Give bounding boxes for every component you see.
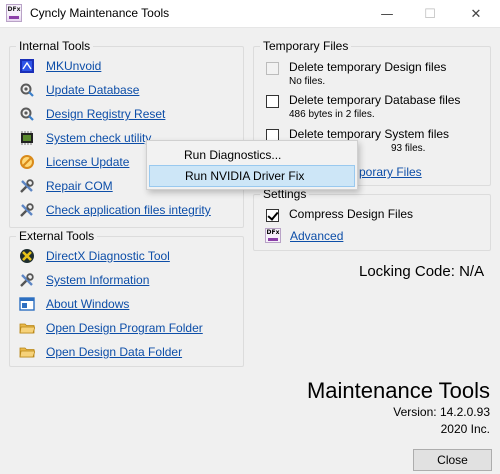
tool-mkunvoid[interactable]: MKUnvoid — [18, 57, 101, 75]
chip-icon — [18, 130, 36, 146]
advanced-link[interactable]: Advanced — [290, 229, 343, 243]
tool-check-app-files[interactable]: Check application files integrity — [18, 201, 211, 219]
gear-search-icon — [18, 106, 36, 122]
tools-icon — [18, 272, 36, 288]
temp-system-files-label[interactable]: Delete temporary System files — [289, 127, 449, 141]
tool-license-update-label[interactable]: License Update — [46, 155, 129, 169]
temp-database-files-label[interactable]: Delete temporary Database files — [289, 93, 460, 107]
maximize-button: ☐ — [424, 6, 436, 22]
temp-design-files-row: Delete temporary Design files No files. — [266, 60, 446, 87]
menu-item-run-nvidia-driver-fix[interactable]: Run NVIDIA Driver Fix — [149, 165, 355, 187]
tool-open-program-folder-label[interactable]: Open Design Program Folder — [46, 321, 203, 335]
temp-design-files-detail: No files. — [289, 76, 326, 87]
tool-license-update[interactable]: License Update — [18, 153, 129, 171]
menu-item-run-diagnostics[interactable]: Run Diagnostics... — [149, 144, 355, 166]
temp-database-files-row[interactable]: Delete temporary Database files 486 byte… — [266, 93, 460, 120]
minimize-button[interactable]: — — [364, 0, 410, 28]
tool-open-data-folder-label[interactable]: Open Design Data Folder — [46, 345, 182, 359]
temporary-files-title: Temporary Files — [260, 39, 352, 53]
temp-design-files-checkbox — [266, 62, 279, 75]
external-tools-title: External Tools — [16, 229, 98, 243]
no-entry-icon — [18, 154, 36, 170]
tools-icon — [18, 178, 36, 194]
window-title: Cyncly Maintenance Tools — [30, 6, 170, 20]
context-menu: Run Diagnostics... Run NVIDIA Driver Fix — [146, 140, 358, 190]
settings-group: Settings Compress Design Files DFx Advan… — [253, 187, 491, 251]
dfx-icon: DFx — [265, 228, 281, 243]
version-text: Version: 14.2.0.93 — [393, 405, 490, 419]
delete-temp-files-link[interactable]: porary Files — [359, 165, 422, 179]
tool-repair-com-label[interactable]: Repair COM — [46, 179, 113, 193]
company-text: 2020 Inc. — [440, 422, 490, 436]
folder-icon — [18, 320, 36, 336]
mkunvoid-icon — [18, 58, 36, 74]
internal-tools-title: Internal Tools — [16, 39, 94, 53]
directx-icon — [18, 248, 36, 264]
compress-design-files-checkbox[interactable] — [266, 209, 279, 222]
tool-design-registry-reset[interactable]: Design Registry Reset — [18, 105, 165, 123]
tool-directx-diag-label[interactable]: DirectX Diagnostic Tool — [46, 249, 170, 263]
tool-system-information[interactable]: System Information — [18, 271, 149, 289]
title-bar: DFx Cyncly Maintenance Tools — ☐ ✕ — [0, 0, 500, 28]
app-icon: DFx — [6, 4, 22, 22]
app-icon-label: DFx — [7, 6, 21, 13]
gear-search-icon — [18, 82, 36, 98]
tool-check-app-files-label[interactable]: Check application files integrity — [46, 203, 211, 217]
close-button[interactable]: Close — [413, 449, 492, 471]
window-icon — [18, 296, 36, 312]
temp-database-files-detail: 486 bytes in 2 files. — [289, 109, 375, 120]
close-window-button[interactable]: ✕ — [453, 0, 499, 28]
tool-system-information-label[interactable]: System Information — [46, 273, 149, 287]
tools-icon — [18, 202, 36, 218]
tool-design-registry-reset-label[interactable]: Design Registry Reset — [46, 107, 165, 121]
internal-tools-group: Internal Tools MKUnvoid Update Database … — [9, 39, 244, 228]
tool-update-database-label[interactable]: Update Database — [46, 83, 139, 97]
locking-code: Locking Code: N/A — [359, 263, 485, 280]
folder-icon — [18, 344, 36, 360]
tool-system-check-utility-label[interactable]: System check utility — [46, 131, 151, 145]
tool-system-check-utility[interactable]: System check utility — [18, 129, 151, 147]
tool-open-program-folder[interactable]: Open Design Program Folder — [18, 319, 203, 337]
temp-design-files-label: Delete temporary Design files — [289, 60, 447, 74]
tool-about-windows-label[interactable]: About Windows — [46, 297, 129, 311]
brand-title: Maintenance Tools — [306, 378, 490, 403]
tool-mkunvoid-label[interactable]: MKUnvoid — [46, 59, 101, 73]
compress-design-files-row[interactable]: Compress Design Files — [266, 207, 413, 222]
compress-design-files-label[interactable]: Compress Design Files — [289, 207, 413, 221]
tool-open-data-folder[interactable]: Open Design Data Folder — [18, 343, 182, 361]
dfx-icon-label: DFx — [266, 229, 280, 236]
temp-database-files-checkbox[interactable] — [266, 95, 279, 108]
tool-repair-com[interactable]: Repair COM — [18, 177, 113, 195]
tool-update-database[interactable]: Update Database — [18, 81, 139, 99]
external-tools-group: External Tools DirectX Diagnostic Tool S… — [9, 229, 244, 367]
advanced-row[interactable]: DFx Advanced — [265, 228, 343, 243]
tool-directx-diag[interactable]: DirectX Diagnostic Tool — [18, 247, 170, 265]
tool-about-windows[interactable]: About Windows — [18, 295, 129, 313]
